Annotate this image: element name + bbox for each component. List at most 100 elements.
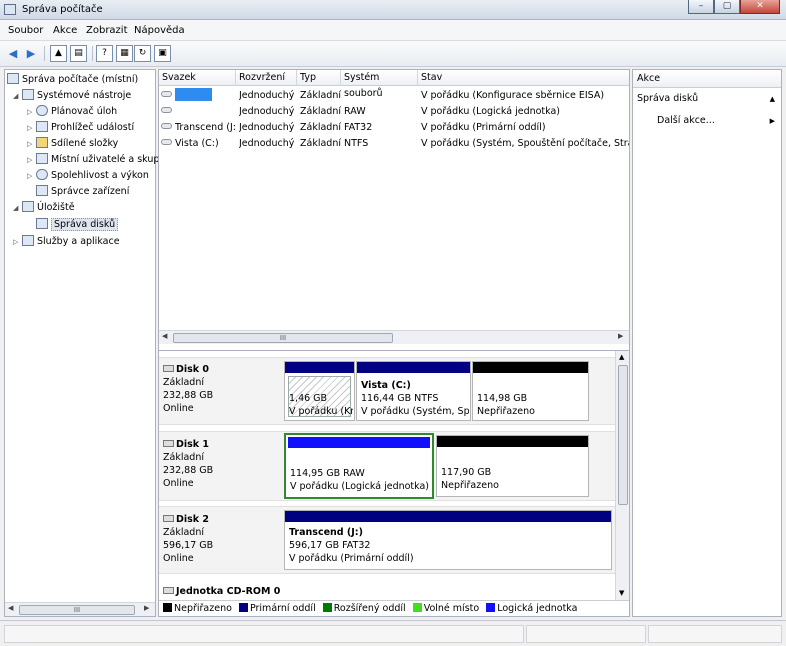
tree-item-local-users[interactable]: ▷ Místní uživatelé a skupin: [27, 152, 168, 168]
cdrom-label[interactable]: Jednotka CD-ROM 0: [163, 585, 283, 598]
tree-item-device-manager[interactable]: Správce zařízení: [36, 184, 129, 200]
scroll-left-icon[interactable]: ◀: [8, 604, 13, 612]
collapsed-arrow-icon[interactable]: ▷: [13, 234, 22, 250]
scrollbar-thumb[interactable]: III: [173, 333, 393, 343]
collapsed-arrow-icon[interactable]: ▷: [27, 120, 36, 136]
properties-icon[interactable]: ▦: [116, 45, 133, 62]
volume-row[interactable]: Vista (C:) Jednoduchý Základní NTFS V po…: [159, 136, 629, 151]
tree-item-services-applications[interactable]: ▷ Služby a aplikace: [13, 234, 120, 250]
menu-help[interactable]: Nápověda: [134, 25, 185, 36]
computer-management-icon: [4, 4, 16, 15]
column-file-system[interactable]: Systém souborů: [341, 70, 418, 99]
volume-status: V pořádku (Systém, Spouštění počítače, S…: [421, 138, 629, 149]
tree-item-shared-folders[interactable]: ▷ Sdílené složky: [27, 136, 118, 152]
volume-layout: Jednoduchý: [239, 90, 295, 101]
more-actions[interactable]: Další akce... ▶: [633, 112, 781, 130]
disk-icon: [163, 515, 174, 522]
scroll-right-icon[interactable]: ▶: [144, 604, 149, 612]
tree-item-event-viewer[interactable]: ▷ Prohlížeč událostí: [27, 120, 134, 136]
up-folder-icon[interactable]: ▲: [50, 45, 67, 62]
menu-file[interactable]: Soubor: [8, 25, 43, 36]
scroll-left-icon[interactable]: ◀: [162, 332, 167, 340]
tree-item-system-tools[interactable]: ◢ Systémové nástroje: [13, 88, 131, 104]
disk-view-vertical-scrollbar[interactable]: ▲ ▼: [615, 351, 629, 601]
volume-name: Vista (C:): [175, 138, 219, 149]
menu-view[interactable]: Zobrazit: [86, 25, 128, 36]
volume-row[interactable]: Jednoduchý Základní V pořádku (Konfigura…: [159, 88, 629, 103]
volume-layout: Jednoduchý: [239, 106, 295, 117]
clock-icon: [36, 105, 48, 116]
actions-header: Akce: [633, 70, 781, 88]
scroll-up-icon[interactable]: ▲: [619, 353, 624, 361]
scroll-right-icon[interactable]: ▶: [618, 332, 623, 340]
volume-list-horizontal-scrollbar[interactable]: ◀ III ▶: [159, 330, 629, 344]
partition-disk1-unallocated[interactable]: 117,90 GB Nepřiřazeno: [436, 435, 589, 497]
partition-disk0-eisa[interactable]: 1,46 GB V pořádku (Kn: [284, 361, 355, 421]
back-arrow-icon[interactable]: ◀: [6, 45, 20, 62]
tree-item-task-scheduler[interactable]: ▷ Plánovač úloh: [27, 104, 117, 120]
scrollbar-thumb[interactable]: [618, 365, 628, 505]
scrollbar-thumb[interactable]: III: [19, 605, 135, 615]
tree-horizontal-scrollbar[interactable]: ◀ III ▶: [5, 602, 155, 616]
navigation-tree: Správa počítače (místní) ◢ Systémové nást…: [4, 69, 168, 617]
extended-swatch: [322, 603, 332, 612]
tree-item-reliability[interactable]: ▷ Spolehlivost a výkon: [27, 168, 149, 184]
tree-item-computer-management[interactable]: Správa počítače (místní): [7, 72, 138, 88]
collapsed-arrow-icon[interactable]: ▷: [27, 152, 36, 168]
disk-0-label[interactable]: Disk 0 Základní 232,88 GB Online: [163, 363, 283, 415]
scroll-down-icon[interactable]: ▼: [619, 589, 624, 597]
toolbar-separator: [44, 46, 45, 61]
disk-2-label[interactable]: Disk 2 Základní 596,17 GB Online: [163, 513, 283, 565]
maximize-button[interactable]: ▢: [714, 0, 740, 14]
disk-1-label[interactable]: Disk 1 Základní 232,88 GB Online: [163, 438, 283, 490]
expanded-arrow-icon[interactable]: ◢: [13, 200, 22, 216]
column-layout[interactable]: Rozvržení: [236, 70, 297, 86]
legend-unallocated: Nepřiřazeno: [174, 603, 232, 614]
help-icon[interactable]: ?: [96, 45, 113, 62]
export-list-icon[interactable]: ▣: [154, 45, 171, 62]
volume-file-system: RAW: [344, 106, 366, 117]
close-button[interactable]: ✕: [740, 0, 780, 14]
expanded-arrow-icon[interactable]: ◢: [13, 88, 22, 104]
column-status[interactable]: Stav: [418, 70, 629, 86]
column-volume[interactable]: Svazek: [159, 70, 236, 86]
partition-disk0-unallocated[interactable]: 114,98 GB Nepřiřazeno: [472, 361, 589, 421]
window-controls: – ▢ ✕: [688, 0, 780, 14]
partition-transcend-j[interactable]: Transcend (J:) 596,17 GB FAT32 V pořádku…: [284, 510, 612, 570]
volume-status: V pořádku (Konfigurace sběrnice EISA): [421, 90, 605, 101]
volume-icon: [161, 123, 172, 129]
shared-folder-icon: [36, 137, 48, 148]
logical-swatch: [486, 603, 496, 612]
toolbar: ◀ ▶ ▲ ▤ ? ▦ ↻ ▣: [0, 41, 786, 67]
volume-row[interactable]: Transcend (J:) Jednoduchý Základní FAT32…: [159, 120, 629, 135]
minimize-button[interactable]: –: [688, 0, 714, 14]
toolbar-separator: [92, 46, 93, 61]
tree-item-storage[interactable]: ◢ Úložiště: [13, 200, 75, 216]
legend-logical: Logická jednotka: [497, 603, 578, 614]
tools-icon: [22, 89, 34, 100]
partition-legend: Nepřiřazeno Primární oddíl Rozšířený odd…: [159, 600, 629, 616]
cdrom-icon: [163, 587, 174, 594]
collapse-arrow-icon[interactable]: ▲: [770, 90, 775, 108]
actions-section-disk-management[interactable]: Správa disků ▲: [633, 90, 781, 108]
disk-icon: [163, 365, 174, 372]
menu-action[interactable]: Akce: [53, 25, 77, 36]
collapsed-arrow-icon[interactable]: ▷: [27, 168, 36, 184]
partition-vista-c[interactable]: Vista (C:) 116,44 GB NTFS V pořádku (Sys…: [356, 361, 471, 421]
menu-bar: Soubor Akce Zobrazit Nápověda: [0, 20, 786, 41]
refresh-icon[interactable]: ↻: [134, 45, 151, 62]
collapsed-arrow-icon[interactable]: ▷: [27, 136, 36, 152]
show-tree-icon[interactable]: ▤: [70, 45, 87, 62]
volume-icon: [161, 139, 172, 145]
volume-type: Základní: [300, 106, 341, 117]
collapsed-arrow-icon[interactable]: ▷: [27, 104, 36, 120]
volume-type: Základní: [300, 138, 341, 149]
tree-item-disk-management[interactable]: Správa disků: [36, 217, 119, 233]
forward-arrow-icon[interactable]: ▶: [24, 45, 38, 62]
volume-row[interactable]: Jednoduchý Základní RAW V pořádku (Logic…: [159, 104, 629, 119]
partition-disk1-raw-selected[interactable]: 114,95 GB RAW V pořádku (Logická jednotk…: [284, 433, 434, 499]
storage-icon: [22, 201, 34, 212]
column-type[interactable]: Typ: [297, 70, 341, 86]
legend-free-space: Volné místo: [423, 603, 480, 614]
submenu-arrow-icon: ▶: [769, 117, 775, 125]
